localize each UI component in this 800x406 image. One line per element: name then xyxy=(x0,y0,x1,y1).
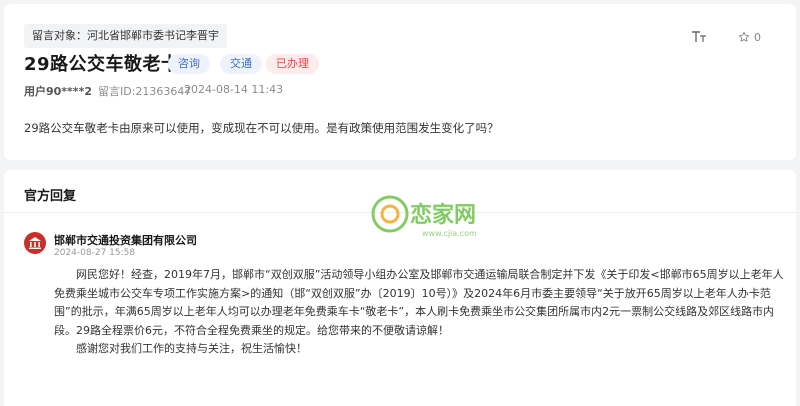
watermark-logo: 恋家网 www.cjia.com xyxy=(371,195,477,238)
reply-paragraph: 感谢您对我们工作的支持与关注，祝生活愉快！ xyxy=(76,342,307,355)
favorite-button[interactable]: 0 xyxy=(738,28,761,46)
watermark-url: www.cjia.com xyxy=(422,229,477,238)
institution-building-icon xyxy=(24,232,46,254)
watermark-brand: 恋家网 xyxy=(410,202,476,228)
message-id: 留言ID:21363647 xyxy=(98,85,192,98)
message-content: 29路公交车敬老卡由原来可以使用，变成现在不可以使用。是有政策使用范围发生变化了… xyxy=(24,121,499,135)
message-target-tag: 留言对象：河北省邯郸市委书记李晋宇 xyxy=(24,24,227,48)
message-title: 29路公交车敬老卡 xyxy=(24,54,180,75)
reply-body: 网民您好！经查，2019年7月，邯郸市“双创双服”活动领导小组办公室及邯郸市交通… xyxy=(54,266,784,359)
reply-organization: 邯郸市交通投资集团有限公司 xyxy=(54,234,197,247)
star-outline-icon xyxy=(738,31,750,42)
message-user: 用户90****2 xyxy=(24,85,92,98)
reply-paragraph: 网民您好！经查，2019年7月，邯郸市“双创双服”活动领导小组办公室及邯郸市交通… xyxy=(54,268,784,337)
font-size-button[interactable] xyxy=(690,28,708,46)
font-size-icon xyxy=(692,31,706,42)
status-badge: 已办理 xyxy=(266,54,319,74)
tag-traffic: 交通 xyxy=(220,54,262,74)
reply-section-title: 官方回复 xyxy=(24,189,77,204)
message-card: 留言对象：河北省邯郸市委书记李晋宇 29路公交车敬老卡 咨询 交通 已办理 用户… xyxy=(4,4,796,160)
reply-time: 2024-08-27 15:58 xyxy=(54,248,136,258)
reply-card: 官方回复 恋家网 www.cjia.com 邯郸市交通投资集团有限公司 2024… xyxy=(4,170,796,406)
tag-consult: 咨询 xyxy=(168,54,210,74)
message-time: 2024-08-14 11:43 xyxy=(184,83,284,96)
favorite-count: 0 xyxy=(754,30,761,44)
